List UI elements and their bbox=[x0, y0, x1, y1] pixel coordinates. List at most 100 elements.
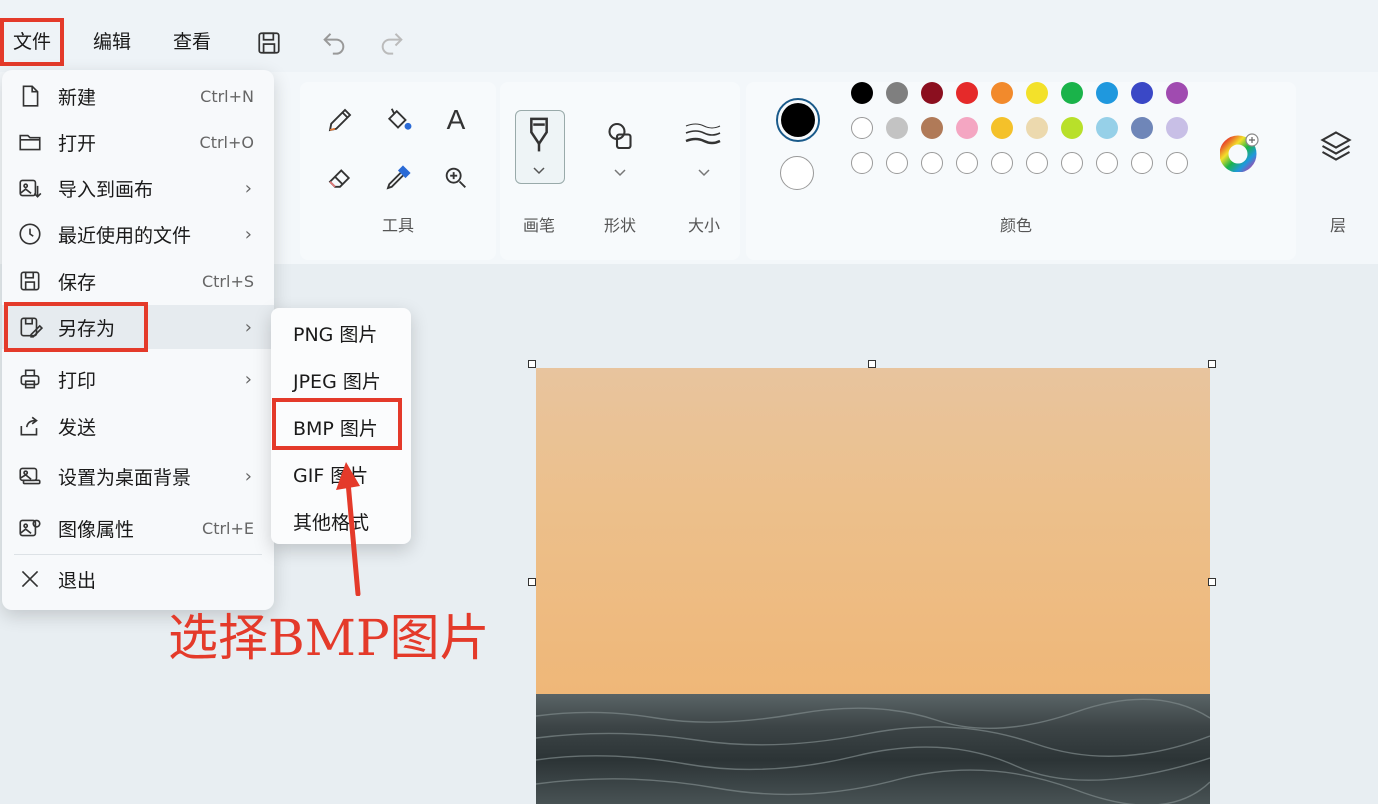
custom-color-slot[interactable] bbox=[1131, 152, 1153, 174]
menu-separator bbox=[14, 554, 262, 555]
fill-bucket-icon[interactable] bbox=[378, 100, 418, 140]
brush-button[interactable] bbox=[515, 110, 565, 184]
resize-handle-top-right[interactable] bbox=[1208, 360, 1216, 368]
custom-color-slot[interactable] bbox=[1166, 152, 1188, 174]
file-menu-item[interactable]: 最近使用的文件 › bbox=[2, 212, 274, 256]
file-menu-item[interactable]: 发送 bbox=[2, 404, 274, 448]
pencil-icon[interactable] bbox=[320, 100, 360, 140]
clock-icon bbox=[16, 220, 44, 248]
color-swatch[interactable] bbox=[1026, 117, 1048, 139]
desktop-background-icon bbox=[16, 462, 44, 490]
color-swatch[interactable] bbox=[956, 117, 978, 139]
size-button[interactable] bbox=[680, 112, 728, 182]
sea bbox=[536, 694, 1210, 804]
text-tool-icon[interactable]: A bbox=[436, 100, 476, 140]
color-swatch[interactable] bbox=[991, 82, 1013, 104]
line-size-icon bbox=[685, 123, 721, 145]
layers-group-label: 层 bbox=[1329, 216, 1346, 235]
color-swatch[interactable] bbox=[1026, 82, 1048, 104]
color-swatch[interactable] bbox=[1096, 117, 1118, 139]
color-picker-icon[interactable] bbox=[378, 158, 418, 198]
brush-shape-size-panel: 画笔 形状 大小 bbox=[500, 82, 740, 260]
resize-handle-middle-right[interactable] bbox=[1208, 578, 1216, 586]
color-swatch[interactable] bbox=[1131, 117, 1153, 139]
color-swatch[interactable] bbox=[1096, 82, 1118, 104]
chevron-right-icon: › bbox=[244, 465, 252, 487]
file-menu-item[interactable]: 导入到画布 › bbox=[2, 166, 274, 210]
resize-handle-top-left[interactable] bbox=[528, 360, 536, 368]
menu-bar: 文件 编辑 查看 bbox=[0, 0, 1378, 72]
color-swatch[interactable] bbox=[921, 82, 943, 104]
file-menu-item[interactable]: 设置为桌面背景 › bbox=[2, 454, 274, 498]
save-as-jpeg[interactable]: JPEG 图片 bbox=[293, 367, 381, 394]
color-swatch[interactable] bbox=[886, 82, 908, 104]
menu-edit[interactable]: 编辑 bbox=[84, 22, 140, 62]
highlight-file-menu bbox=[0, 18, 64, 66]
chevron-down-icon bbox=[533, 167, 545, 175]
color-swatch[interactable] bbox=[1166, 117, 1188, 139]
color-swatch[interactable] bbox=[1061, 82, 1083, 104]
custom-color-slot[interactable] bbox=[1026, 152, 1048, 174]
custom-color-slot[interactable] bbox=[851, 152, 873, 174]
image-properties-icon bbox=[16, 514, 44, 542]
file-menu-item[interactable]: 保存 Ctrl+S bbox=[2, 259, 274, 303]
undo-icon[interactable] bbox=[320, 28, 348, 56]
file-menu-item[interactable]: 新建 Ctrl+N bbox=[2, 74, 274, 118]
color-swatch[interactable] bbox=[921, 117, 943, 139]
sky-gradient bbox=[536, 368, 1210, 694]
custom-color-slot[interactable] bbox=[956, 152, 978, 174]
color-swatch[interactable] bbox=[991, 117, 1013, 139]
color-palette bbox=[746, 82, 1206, 202]
file-menu-item-label: 发送 bbox=[58, 416, 97, 439]
color-swatch[interactable] bbox=[886, 117, 908, 139]
custom-color-slot[interactable] bbox=[991, 152, 1013, 174]
highlight-bmp bbox=[272, 398, 402, 450]
text-tool-glyph: A bbox=[446, 104, 466, 135]
chevron-right-icon: › bbox=[244, 368, 252, 390]
file-menu-item[interactable]: 退出 bbox=[2, 557, 274, 601]
file-menu-item[interactable]: 打开 Ctrl+O bbox=[2, 120, 274, 164]
color-swatch[interactable] bbox=[1061, 117, 1083, 139]
color-swatch[interactable] bbox=[1166, 82, 1188, 104]
layers-icon bbox=[1320, 131, 1352, 161]
save-icon[interactable] bbox=[256, 30, 282, 56]
close-icon bbox=[16, 565, 44, 593]
chevron-down-icon bbox=[698, 169, 710, 177]
layers-button[interactable] bbox=[1318, 128, 1358, 168]
tools-group-label: 工具 bbox=[381, 216, 414, 235]
canvas-image[interactable] bbox=[536, 368, 1210, 804]
custom-color-slot[interactable] bbox=[1096, 152, 1118, 174]
magnifier-icon[interactable] bbox=[436, 158, 476, 198]
custom-color-slot[interactable] bbox=[886, 152, 908, 174]
shapes-icon bbox=[608, 122, 632, 150]
file-menu-item[interactable]: 打印 › bbox=[2, 357, 274, 401]
custom-color-slot[interactable] bbox=[1061, 152, 1083, 174]
shortcut-label: Ctrl+S bbox=[201, 271, 254, 291]
annotation-text: 选择BMP图片 bbox=[168, 609, 490, 667]
colors-group-label: 颜色 bbox=[999, 216, 1032, 235]
printer-icon bbox=[16, 365, 44, 393]
file-menu-item-label: 退出 bbox=[58, 569, 97, 592]
brush-group-label: 画笔 bbox=[522, 216, 555, 235]
tools-panel: A 工具 bbox=[300, 82, 496, 260]
resize-handle-top-middle[interactable] bbox=[868, 360, 876, 368]
shortcut-label: Ctrl+E bbox=[202, 518, 254, 538]
new-file-icon bbox=[16, 82, 44, 110]
brush-icon bbox=[530, 117, 548, 152]
redo-icon[interactable] bbox=[378, 28, 406, 56]
resize-handle-middle-left[interactable] bbox=[528, 578, 536, 586]
file-menu-item[interactable]: 图像属性 Ctrl+E bbox=[2, 506, 274, 550]
file-menu-item-label: 设置为桌面背景 bbox=[58, 466, 192, 489]
eraser-icon[interactable] bbox=[320, 158, 360, 198]
save-as-png[interactable]: PNG 图片 bbox=[293, 320, 377, 347]
custom-color-slot[interactable] bbox=[921, 152, 943, 174]
file-menu-item-label: 打印 bbox=[58, 369, 97, 392]
color-swatch[interactable] bbox=[851, 82, 873, 104]
color-swatch[interactable] bbox=[1131, 82, 1153, 104]
color-swatch[interactable] bbox=[956, 82, 978, 104]
menu-view[interactable]: 查看 bbox=[164, 22, 220, 62]
color-swatch[interactable] bbox=[851, 117, 873, 139]
shape-button[interactable] bbox=[596, 112, 644, 182]
file-menu-item-label: 保存 bbox=[58, 271, 97, 294]
color-wheel-icon[interactable] bbox=[1219, 132, 1260, 173]
